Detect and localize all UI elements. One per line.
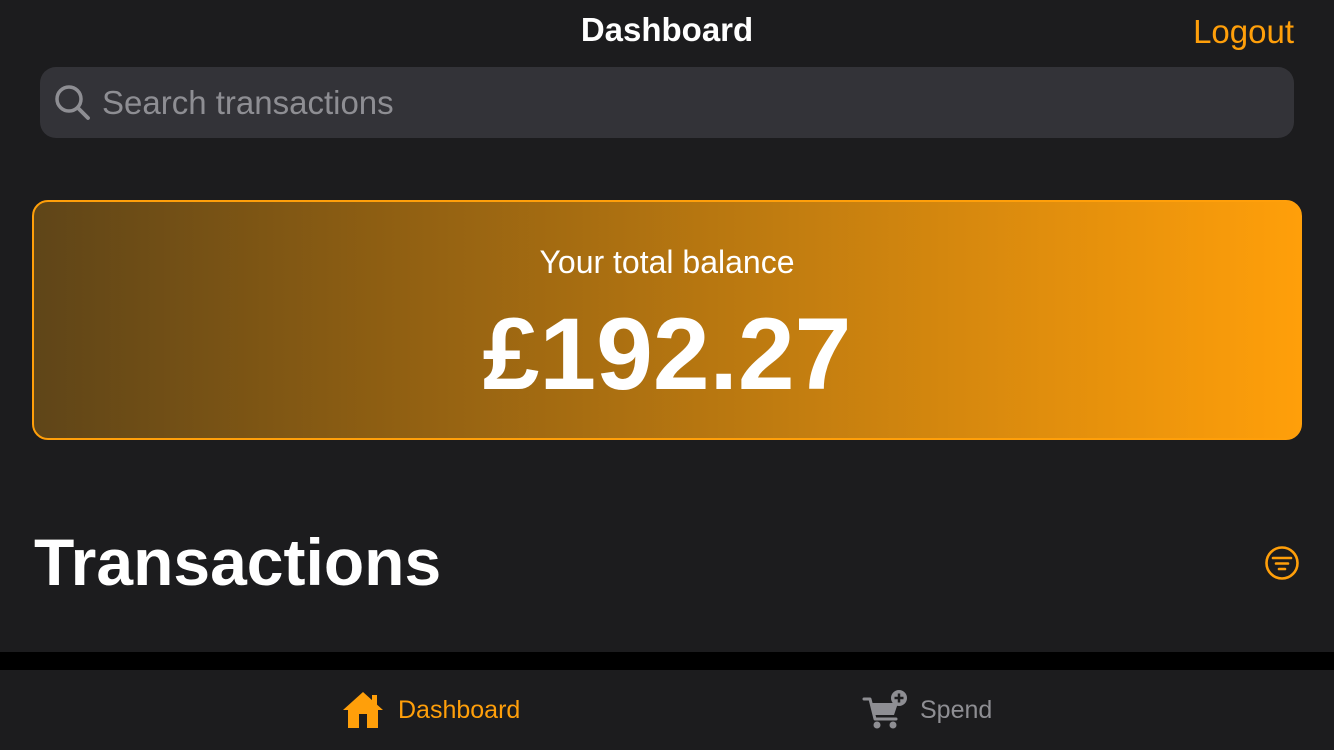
filter-icon[interactable]	[1264, 545, 1300, 581]
tab-bar: Dashboard Spend	[0, 670, 1334, 750]
tab-spend[interactable]: Spend	[862, 670, 992, 750]
list-divider	[0, 652, 1334, 670]
tab-spend-label: Spend	[920, 696, 993, 724]
logout-button[interactable]: Logout	[1193, 12, 1294, 52]
tab-dashboard[interactable]: Dashboard	[340, 670, 520, 750]
search-bar[interactable]	[40, 67, 1294, 138]
cart-add-icon	[862, 690, 907, 729]
nav-title: Dashboard	[580, 11, 754, 48]
home-icon	[343, 692, 383, 728]
transactions-title: Transactions	[34, 525, 442, 599]
balance-label: Your total balance	[539, 244, 795, 280]
balance-amount: £192.27	[482, 297, 852, 411]
balance-card: Your total balance £192.27	[32, 200, 1302, 440]
search-input[interactable]	[102, 67, 1272, 138]
tab-dashboard-label: Dashboard	[398, 696, 521, 724]
search-icon	[55, 85, 90, 120]
